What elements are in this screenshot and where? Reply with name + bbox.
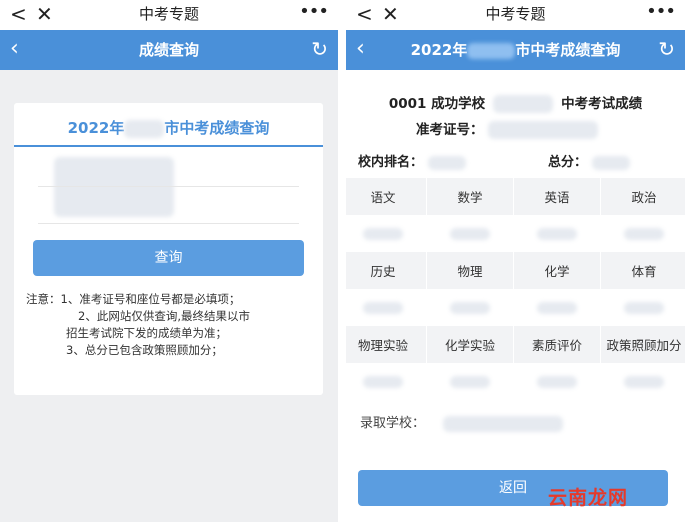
- subject-cell: 历史: [346, 252, 427, 289]
- redacted-city: [467, 42, 516, 59]
- redacted-city: [124, 119, 165, 138]
- query-card: 2022年 市中考成绩查询 查询 注意：1、准考证号和座位号都是必填项； 2、此网…: [14, 103, 323, 395]
- title-suffix: 市中考成绩查询: [515, 41, 621, 59]
- subject-cell: 英语: [514, 178, 601, 215]
- redacted-city: [493, 95, 554, 113]
- score-cell: [427, 363, 514, 400]
- page-header: ‹ 2022年 市中考成绩查询 ↻: [346, 30, 685, 70]
- redacted-total: [591, 155, 630, 170]
- score-cell: [346, 363, 427, 400]
- school-name: 0001 成功学校: [388, 96, 486, 112]
- table-row: [346, 363, 685, 400]
- refresh-icon[interactable]: ↻: [658, 39, 675, 59]
- redacted-school: [443, 415, 564, 432]
- subject-cell: 化学实验: [427, 326, 514, 363]
- subject-cell: 化学: [514, 252, 601, 289]
- query-button[interactable]: 查询: [33, 240, 304, 276]
- ticket-number-row: 准考证号：: [416, 118, 599, 139]
- title-year: 2022年: [410, 41, 468, 59]
- rank-row: 校内排名：: [358, 151, 466, 170]
- more-icon[interactable]: •••: [299, 1, 329, 23]
- card-title: 2022年 市中考成绩查询: [14, 117, 323, 138]
- subject-cell: 体育: [601, 252, 685, 289]
- school-heading: 0001 成功学校 中考考试成绩: [346, 92, 685, 113]
- subject-cell: 物理实验: [346, 326, 427, 363]
- refresh-icon[interactable]: ↻: [311, 39, 328, 59]
- exam-title: 中考考试成绩: [561, 96, 643, 112]
- score-cell: [601, 289, 685, 326]
- redacted-inputs: [54, 157, 174, 217]
- score-cell: [601, 215, 685, 252]
- card-title-year: 2022年: [67, 119, 125, 137]
- note-line: 招生考试院下发的成绩单为准；: [66, 326, 227, 340]
- more-icon[interactable]: •••: [646, 1, 676, 23]
- wechat-top-bar: < ✕ 中考专题 •••: [346, 0, 685, 30]
- score-cell: [514, 215, 601, 252]
- subject-cell: 物理: [427, 252, 514, 289]
- score-table: 语文 数学 英语 政治 历史 物理 化学 体育 物理实验 化学实验 素质评价 政…: [346, 178, 685, 400]
- seat-input-line[interactable]: [38, 223, 299, 224]
- score-cell: [427, 215, 514, 252]
- score-cell: [601, 363, 685, 400]
- table-row: 物理实验 化学实验 素质评价 政策照顾加分: [346, 326, 685, 363]
- score-cell: [346, 289, 427, 326]
- card-title-suffix: 市中考成绩查询: [164, 119, 270, 137]
- enroll-label: 录取学校：: [360, 416, 426, 431]
- rank-label: 校内排名：: [358, 155, 424, 170]
- notes-block: 注意：1、准考证号和座位号都是必填项； 2、此网站仅供查询,最终结果以市 招生考…: [26, 291, 316, 359]
- title-underline: [14, 145, 323, 147]
- redacted-ticket: [488, 121, 599, 139]
- score-cell: [427, 289, 514, 326]
- note-line: 3、总分已包含政策照顾加分；: [66, 343, 223, 357]
- wechat-title: 中考专题: [138, 5, 199, 23]
- subject-cell: 素质评价: [514, 326, 601, 363]
- ticket-label: 准考证号：: [416, 122, 484, 138]
- score-cell: [514, 289, 601, 326]
- score-cell: [346, 215, 427, 252]
- table-row: 历史 物理 化学 体育: [346, 252, 685, 289]
- ticket-input-line[interactable]: [38, 186, 299, 187]
- panel-divider: [338, 0, 346, 522]
- subject-cell: 语文: [346, 178, 427, 215]
- total-label: 总分：: [548, 155, 588, 170]
- note-line: 2、此网站仅供查询,最终结果以市: [78, 309, 250, 323]
- query-panel: < ✕ 中考专题 ••• ‹ 成绩查询 ↻ 2022年 市中考成绩查询 查询 注意…: [0, 0, 338, 522]
- subject-cell: 政治: [601, 178, 685, 215]
- subject-cell: 政策照顾加分: [601, 326, 685, 363]
- watermark-logo: 云南龙网: [548, 487, 629, 509]
- score-cell: [514, 363, 601, 400]
- enroll-school-row: 录取学校：: [360, 412, 564, 432]
- redacted-rank: [427, 155, 466, 170]
- page-header: ‹ 成绩查询 ↻: [0, 30, 338, 70]
- wechat-top-bar: < ✕ 中考专题 •••: [0, 0, 338, 30]
- subject-cell: 数学: [427, 178, 514, 215]
- total-row: 总分：: [548, 151, 630, 170]
- wechat-title: 中考专题: [485, 5, 546, 23]
- page-title: 成绩查询: [138, 41, 199, 59]
- note-line: 注意：1、准考证号和座位号都是必填项；: [26, 292, 241, 306]
- page-title: 2022年 市中考成绩查询: [346, 40, 685, 60]
- table-row: [346, 289, 685, 326]
- table-row: [346, 215, 685, 252]
- table-row: 语文 数学 英语 政治: [346, 178, 685, 215]
- result-panel: < ✕ 中考专题 ••• ‹ 2022年 市中考成绩查询 ↻ 0001 成功学校中…: [346, 0, 685, 522]
